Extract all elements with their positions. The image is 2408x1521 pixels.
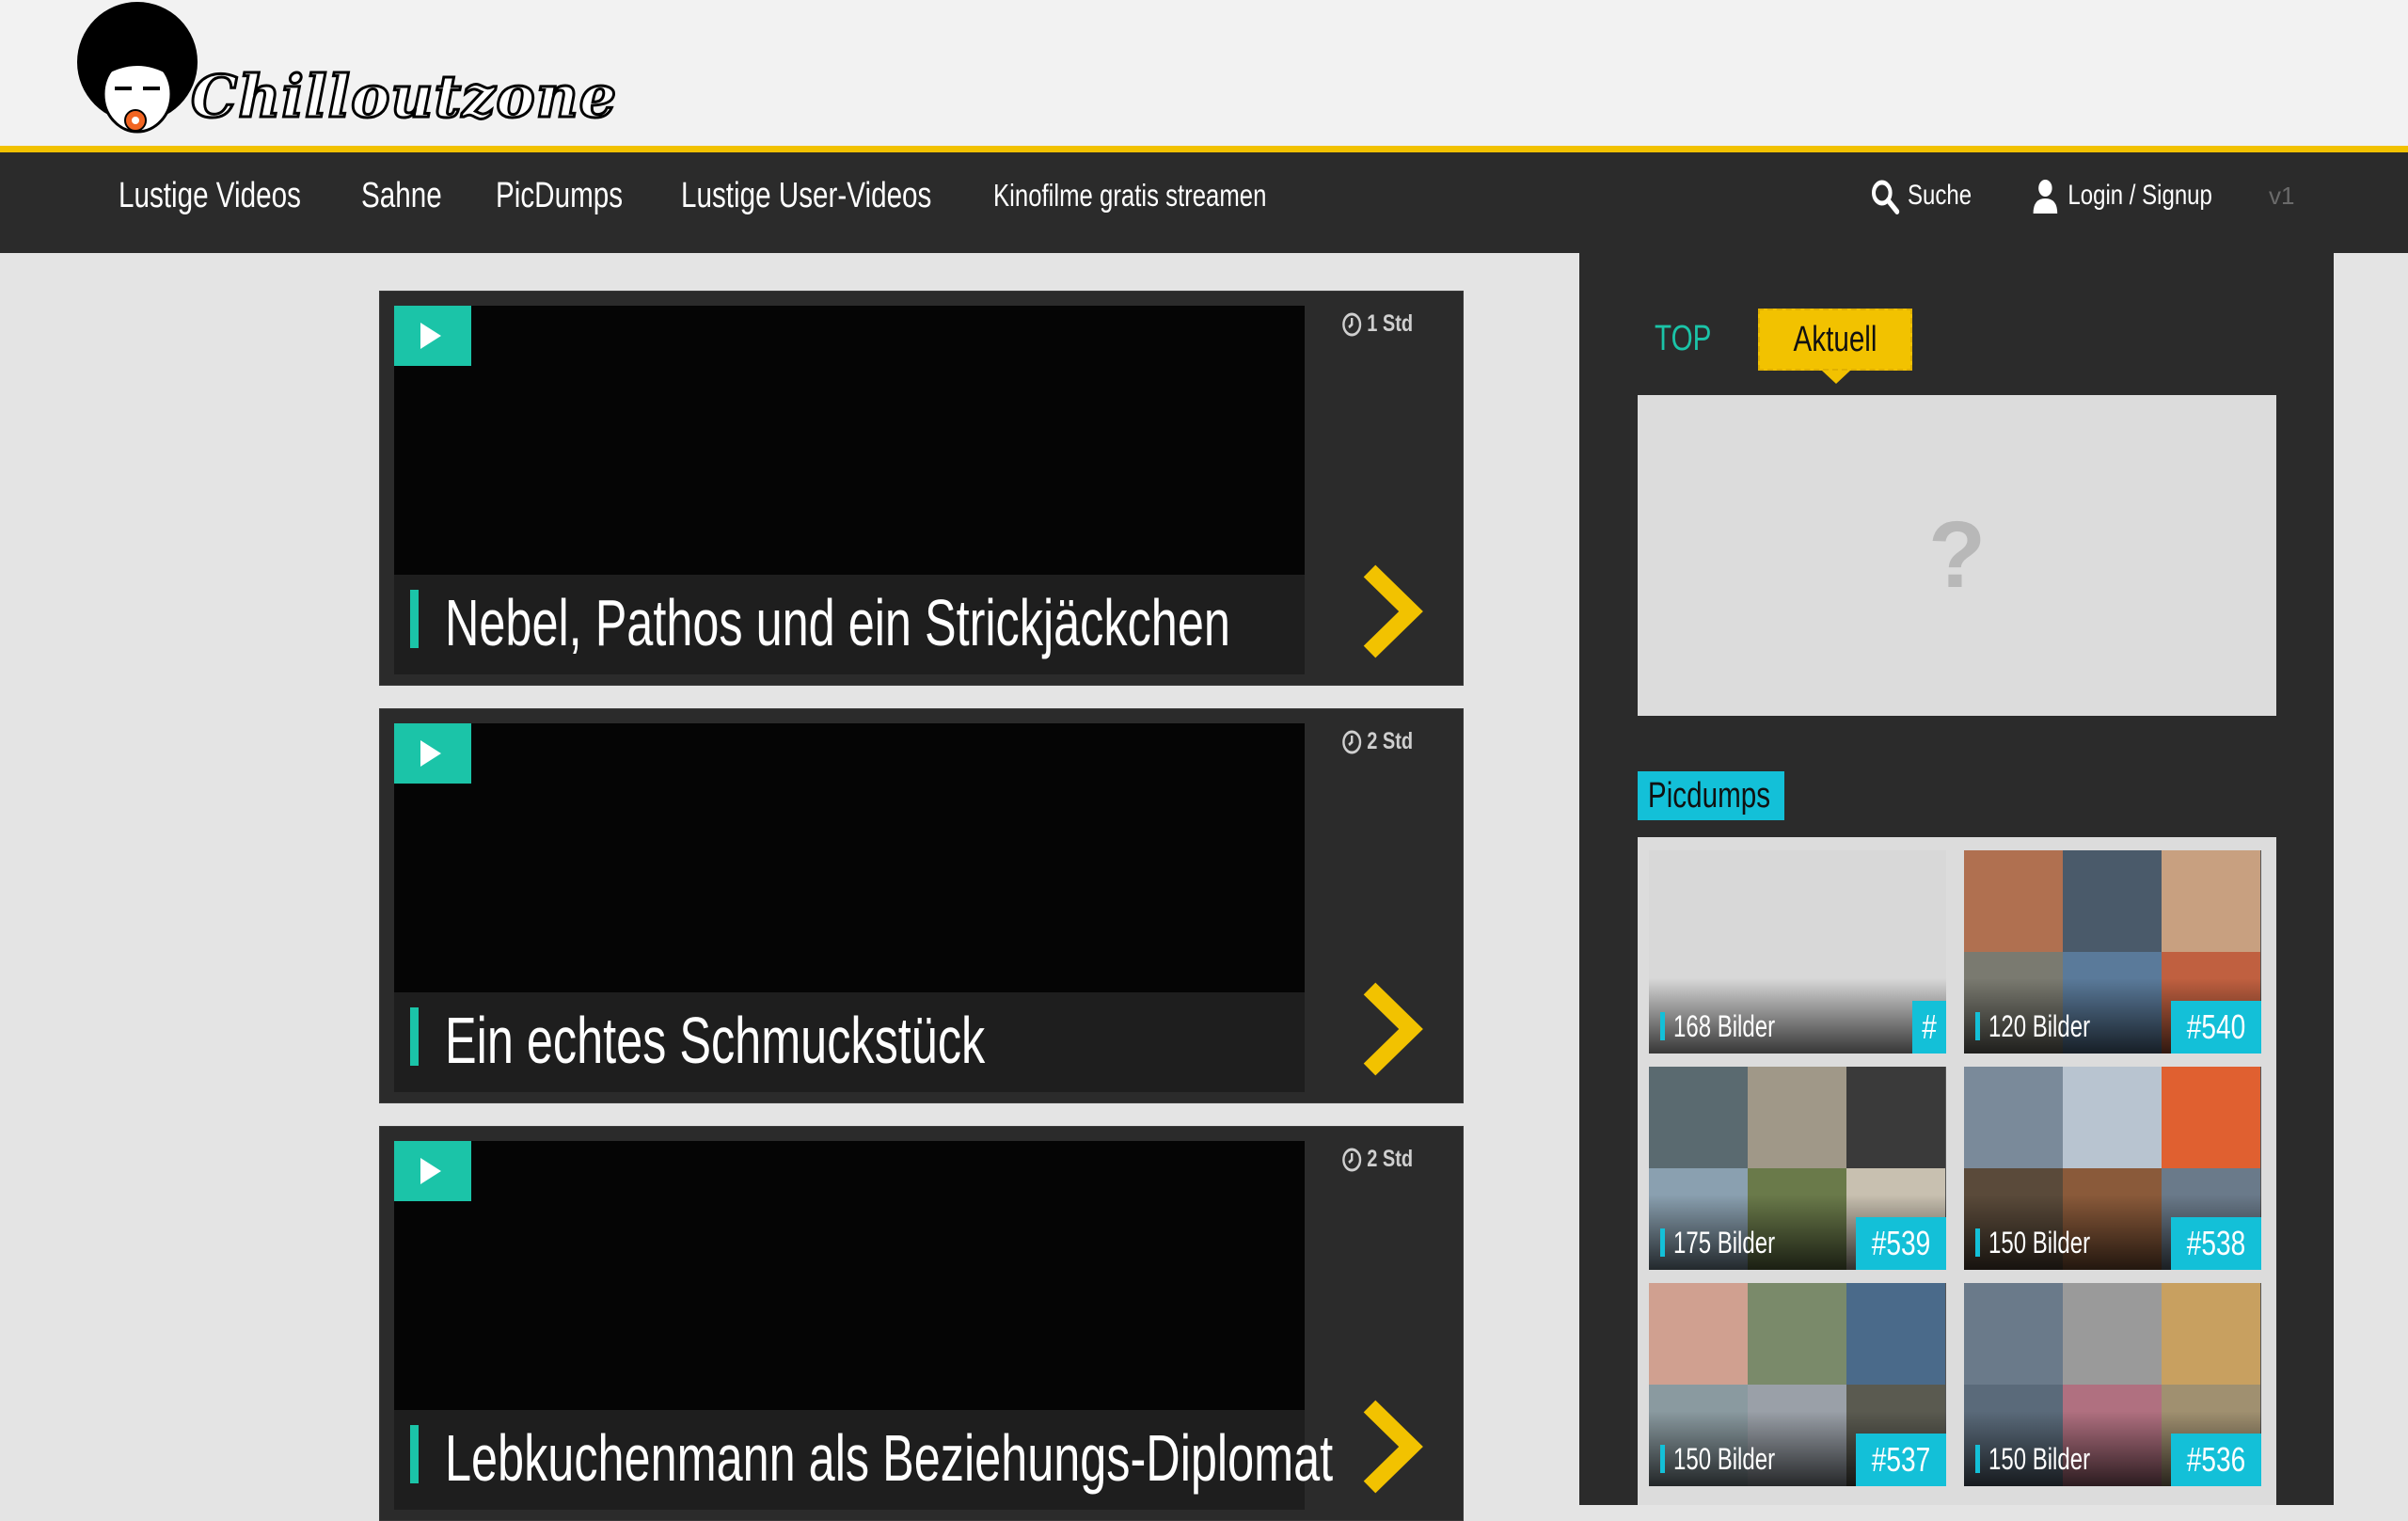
chevron-right-icon[interactable] (1358, 560, 1424, 663)
picdump-count: 175 Bilder (1673, 1226, 1776, 1260)
thumbnail (1964, 850, 2063, 952)
login-label: Login / Signup (2067, 180, 2212, 211)
thumbnail (1649, 1283, 1748, 1385)
picdump-number-text: #538 (2186, 1224, 2246, 1262)
thumbnail (2063, 1067, 2162, 1168)
thumbnail (1964, 1067, 2063, 1168)
video-card[interactable]: Nebel, Pathos und ein Strickjäckchen 1 S… (379, 291, 1464, 686)
clock-icon (1342, 312, 1362, 337)
search-label: Suche (1908, 180, 1972, 211)
picdump-count: 150 Bilder (1673, 1442, 1776, 1476)
play-button[interactable] (394, 1141, 471, 1201)
picdump-count: 120 Bilder (1988, 1009, 2091, 1043)
picdump-number: #538 (2170, 1217, 2261, 1270)
video-title[interactable]: Nebel, Pathos und ein Strickjäckchen (445, 576, 1230, 670)
picdump-number: #539 (1855, 1217, 1946, 1270)
thumbnail (1748, 1283, 1846, 1385)
count-accent (1975, 1012, 1980, 1040)
picdump-number: #540 (2170, 1001, 2261, 1054)
clock-icon (1342, 1148, 1362, 1172)
header-divider (0, 146, 2408, 152)
thumbnail (2162, 1067, 2260, 1168)
count-accent (1975, 1445, 1980, 1473)
site-logo[interactable]: Chilloutzone (75, 0, 618, 148)
section-title-label: Picdumps (1647, 776, 1771, 816)
picdump-tile[interactable]: 168 Bilder # (1649, 850, 1946, 1054)
question-mark-icon: ? (1927, 502, 1987, 608)
video-card[interactable]: Ein echtes Schmuckstück 2 Std (379, 708, 1464, 1103)
thumbnail (1649, 1067, 1748, 1168)
picdump-tile[interactable]: 175 Bilder #539 (1649, 1067, 1946, 1270)
timestamp: 2 Std (1341, 1140, 1413, 1178)
picdump-tile[interactable]: 150 Bilder #537 (1649, 1283, 1946, 1486)
picdump-number-text: # (1922, 1007, 1937, 1046)
thumbnail (1846, 1067, 1945, 1168)
thumbnail (1846, 1283, 1945, 1385)
picdump-count: 150 Bilder (1988, 1226, 2091, 1260)
picdump-count: 168 Bilder (1673, 1009, 1776, 1043)
chevron-right-icon[interactable] (1358, 1395, 1424, 1498)
title-accent (410, 1425, 419, 1483)
play-button[interactable] (394, 723, 471, 784)
timestamp-text: 1 Std (1367, 310, 1414, 337)
main-nav: Lustige Videos Sahne PicDumps Lustige Us… (0, 152, 2408, 253)
picdump-tile[interactable]: 150 Bilder #536 (1964, 1283, 2261, 1486)
header: Chilloutzone (0, 0, 2408, 148)
thumbnail (2162, 850, 2260, 952)
teaser-placeholder[interactable]: ? (1638, 395, 2276, 716)
count-accent (1660, 1228, 1665, 1257)
timestamp: 2 Std (1341, 722, 1413, 760)
version-label: v1 (2269, 182, 2295, 210)
timestamp-text: 2 Std (1367, 728, 1414, 754)
tab-aktuell[interactable]: Aktuell (1758, 309, 1912, 371)
thumbnail (1748, 1067, 1846, 1168)
tab-aktuell-label: Aktuell (1793, 320, 1877, 359)
picdump-tile[interactable]: 150 Bilder #538 (1964, 1067, 2261, 1270)
title-accent (410, 590, 419, 648)
nav-user-videos[interactable]: Lustige User-Videos (681, 152, 931, 253)
thumbnail (1964, 1283, 2063, 1385)
count-accent (1660, 1445, 1665, 1473)
login-button[interactable]: Login / Signup (2032, 152, 2212, 253)
nav-kinofilme[interactable]: Kinofilme gratis streamen (993, 152, 1266, 253)
clock-icon (1342, 730, 1362, 754)
picdump-number-text: #536 (2186, 1440, 2246, 1479)
thumbnail (2063, 850, 2162, 952)
picdump-number: #536 (2170, 1434, 2261, 1486)
picdump-number-text: #539 (1871, 1224, 1931, 1262)
play-icon (420, 740, 441, 767)
play-icon (420, 1158, 441, 1184)
timestamp: 1 Std (1341, 305, 1413, 342)
picdump-tile[interactable]: 120 Bilder #540 (1964, 850, 2261, 1054)
video-card[interactable]: Lebkuchenmann als Beziehungs-Diplomat 2 … (379, 1126, 1464, 1521)
video-title[interactable]: Ein echtes Schmuckstück (445, 993, 985, 1087)
picdump-number-text: #540 (2186, 1007, 2246, 1046)
search-button[interactable]: Suche (1870, 152, 1972, 253)
user-icon (2033, 180, 2058, 214)
play-button[interactable] (394, 306, 471, 366)
chevron-right-icon[interactable] (1358, 977, 1424, 1081)
picdump-number: # (1911, 1001, 1946, 1054)
thumbnail (2162, 1283, 2260, 1385)
count-accent (1660, 1012, 1665, 1040)
thumbnail (2063, 1283, 2162, 1385)
logo-wordmark: Chilloutzone (189, 61, 618, 133)
picdump-number: #537 (1855, 1434, 1946, 1486)
nav-sahne[interactable]: Sahne (361, 152, 442, 253)
picdump-number-text: #537 (1871, 1440, 1931, 1479)
section-title[interactable]: Picdumps (1638, 771, 1784, 820)
tab-top[interactable]: TOP (1655, 310, 1711, 367)
timestamp-text: 2 Std (1367, 1146, 1414, 1172)
nav-picdumps[interactable]: PicDumps (496, 152, 623, 253)
video-title[interactable]: Lebkuchenmann als Beziehungs-Diplomat (445, 1411, 1333, 1505)
picdump-count: 150 Bilder (1988, 1442, 2091, 1476)
nav-lustige-videos[interactable]: Lustige Videos (119, 152, 301, 253)
active-tab-pointer (1822, 371, 1850, 384)
count-accent (1975, 1228, 1980, 1257)
play-icon (420, 323, 441, 349)
afro-mascot-icon (77, 2, 198, 134)
search-icon (1872, 180, 1900, 215)
title-accent (410, 1007, 419, 1066)
